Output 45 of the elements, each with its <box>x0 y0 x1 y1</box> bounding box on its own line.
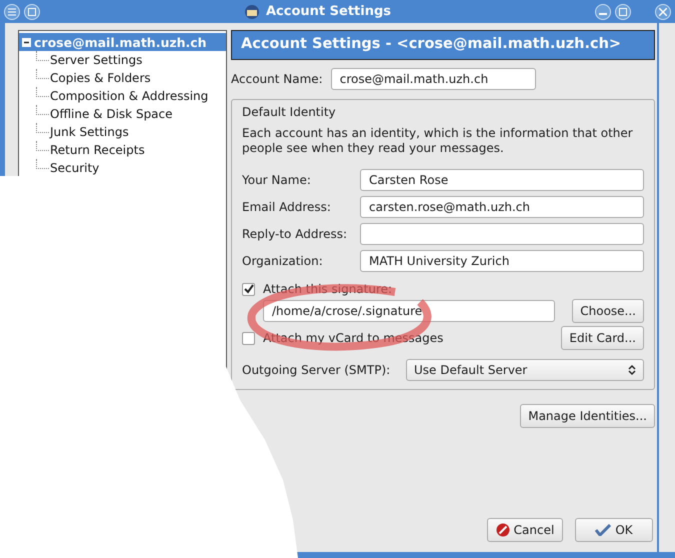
checkbox-label: Attach my vCard to messages <box>263 331 444 345</box>
ok-button[interactable]: OK <box>575 518 653 542</box>
cancel-button[interactable]: Cancel <box>487 518 563 542</box>
checkbox[interactable] <box>242 282 255 296</box>
input-field[interactable]: MATH University Zurich <box>360 250 644 272</box>
tree-item[interactable]: Offline & Disk Space <box>19 105 226 123</box>
manage-identities-button[interactable]: Manage Identities... <box>520 404 655 428</box>
field-label: Reply-to Address: <box>242 226 348 240</box>
cancel-icon <box>496 523 510 537</box>
mail-app-icon <box>244 4 260 20</box>
tree-item[interactable]: Security <box>19 159 226 177</box>
tree-item[interactable]: Composition & Addressing <box>19 87 226 105</box>
collapse-icon[interactable] <box>22 38 31 46</box>
field-label: Outgoing Server (SMTP): <box>242 363 390 377</box>
tree-item[interactable]: crose@mail.math.uzh.ch <box>19 33 226 51</box>
signature-field[interactable]: /home/a/crose/.signature <box>263 300 555 322</box>
window-title: Account Settings <box>266 4 392 19</box>
field-label: Account Name: <box>231 72 323 86</box>
updown-icon <box>628 364 636 376</box>
input-field[interactable] <box>360 222 644 244</box>
maximize-icon[interactable] <box>615 4 631 20</box>
panel-header: Account Settings - <crose@mail.math.uzh.ch> <box>231 30 655 60</box>
menu-icon[interactable] <box>4 4 20 20</box>
restore-icon[interactable] <box>24 4 40 20</box>
field-label: Email Address: <box>242 200 332 214</box>
field-label: Your Name: <box>242 172 312 186</box>
server-dropdown[interactable]: Use Default Server <box>406 359 644 381</box>
checkbox[interactable] <box>242 332 255 344</box>
checkmark-icon <box>244 284 254 294</box>
checkbox-label: Attach this signature: <box>263 282 392 296</box>
tree-item[interactable]: Return Receipts <box>19 141 226 159</box>
close-icon[interactable] <box>655 4 671 20</box>
field-label: Organization: <box>242 254 324 268</box>
group-legend: Default Identity <box>242 99 644 126</box>
input-field[interactable]: Carsten Rose <box>360 168 644 190</box>
tree-item[interactable]: Junk Settings <box>19 123 226 141</box>
tree-item[interactable]: Server Settings <box>19 51 226 69</box>
minimize-icon[interactable] <box>595 4 611 20</box>
edit-card-button[interactable]: Edit Card... <box>561 326 644 350</box>
tree-item[interactable]: Copies & Folders <box>19 69 226 87</box>
input-field[interactable]: carsten.rose@math.uzh.ch <box>360 196 644 218</box>
description-text: Each account has an identity, which is the information that other people see when they read your messages. <box>242 126 634 156</box>
input-field[interactable]: crose@mail.math.uzh.ch <box>330 68 536 90</box>
choose-button[interactable]: Choose... <box>572 299 644 323</box>
checkmark-icon <box>595 524 612 536</box>
